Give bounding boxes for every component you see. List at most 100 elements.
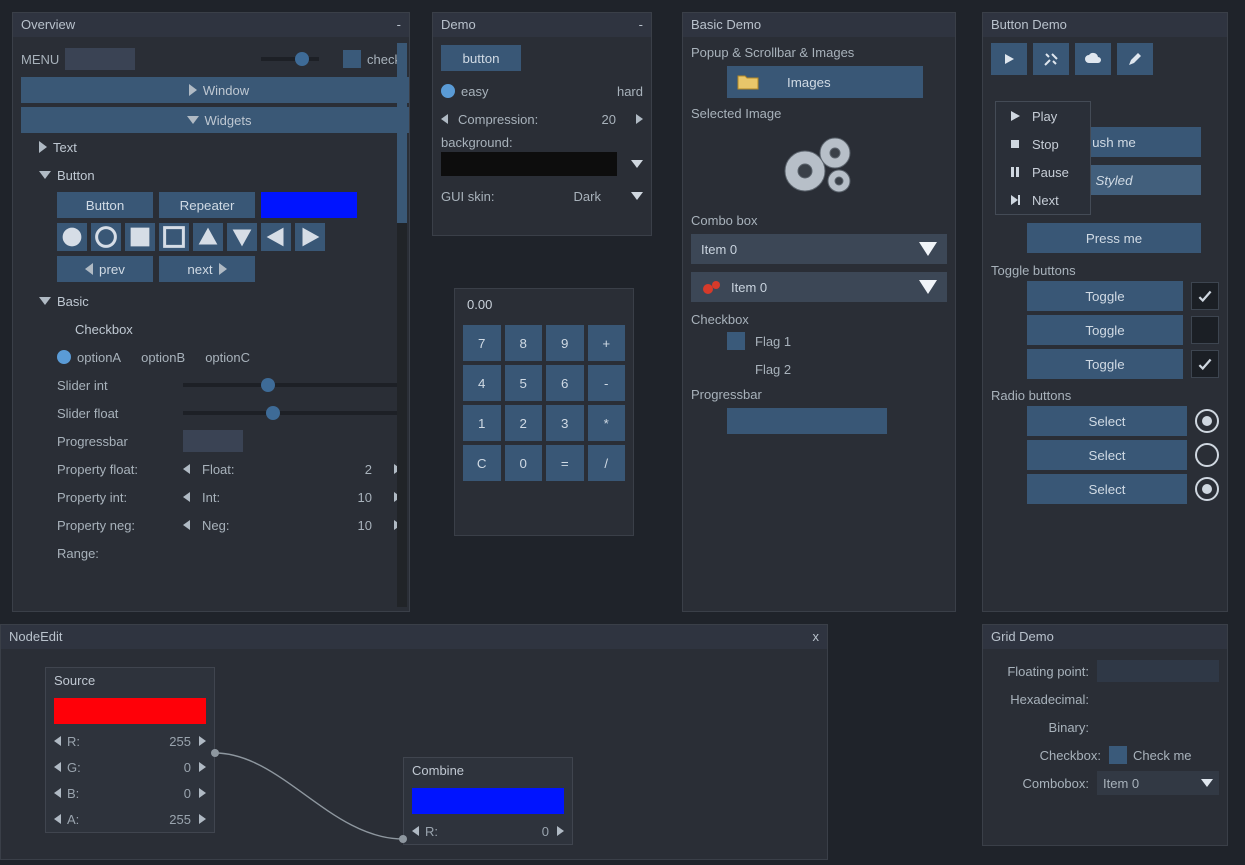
calc-key-C[interactable]: C	[463, 445, 501, 481]
calc-key--[interactable]: -	[588, 365, 626, 401]
overview-title-bar[interactable]: Overview -	[13, 13, 409, 37]
combo-1[interactable]: Item 0	[691, 234, 947, 264]
overview-scrollbar[interactable]	[397, 43, 407, 607]
source-b-value[interactable]: 0	[184, 786, 191, 801]
chevron-down-icon[interactable]	[631, 160, 643, 168]
calc-key-+[interactable]: +	[588, 325, 626, 361]
calc-key-/[interactable]: /	[588, 445, 626, 481]
arrow-left-icon[interactable]	[54, 762, 61, 772]
source-r-value[interactable]: 255	[169, 734, 191, 749]
arrow-right-icon[interactable]	[199, 814, 206, 824]
menu-color-slot[interactable]	[65, 48, 135, 70]
option-b[interactable]: optionB	[141, 350, 185, 365]
demo-button[interactable]: button	[441, 45, 521, 71]
menu-stop[interactable]: Stop	[996, 130, 1090, 158]
tree-text[interactable]: Text	[21, 133, 401, 161]
next-button[interactable]: next	[159, 256, 255, 282]
toolbar-pencil-button[interactable]	[1117, 43, 1153, 75]
basic-checkbox[interactable]: Checkbox	[21, 315, 401, 343]
background-swatch[interactable]	[441, 152, 617, 176]
arrow-left-icon[interactable]	[54, 788, 61, 798]
menu-next[interactable]: Next	[996, 186, 1090, 214]
progressbar[interactable]	[183, 430, 243, 452]
calc-key-4[interactable]: 4	[463, 365, 501, 401]
arrow-left-icon[interactable]	[412, 826, 419, 836]
grid-binary-input[interactable]	[1097, 716, 1219, 738]
calc-key-8[interactable]: 8	[505, 325, 543, 361]
overview-minimize[interactable]: -	[397, 13, 401, 37]
menu-play[interactable]: Play	[996, 102, 1090, 130]
flag-1[interactable]: Flag 1	[691, 327, 947, 355]
arrow-left-icon[interactable]	[54, 736, 61, 746]
toolbar-tools-button[interactable]	[1033, 43, 1069, 75]
square-filled-icon[interactable]	[125, 223, 155, 251]
grid-floating-input[interactable]	[1097, 660, 1219, 682]
toggle-1[interactable]: Toggle	[1027, 281, 1183, 311]
tree-button[interactable]: Button	[21, 161, 401, 189]
toggle-3-check[interactable]	[1191, 350, 1219, 378]
toolbar-play-button[interactable]	[991, 43, 1027, 75]
tree-basic[interactable]: Basic	[21, 287, 401, 315]
calc-key-=[interactable]: =	[546, 445, 584, 481]
source-color-swatch[interactable]	[54, 698, 206, 724]
combine-color-swatch[interactable]	[412, 788, 564, 814]
select-1-radio[interactable]	[1195, 409, 1219, 433]
menu-pause[interactable]: Pause	[996, 158, 1090, 186]
press-me-button[interactable]: Press me	[1027, 223, 1201, 253]
color-swatch[interactable]	[261, 192, 357, 218]
combo-2[interactable]: Item 0	[691, 272, 947, 302]
arrow-left-icon[interactable]	[54, 814, 61, 824]
button-demo-title-bar[interactable]: Button Demo	[983, 13, 1227, 37]
calc-key-5[interactable]: 5	[505, 365, 543, 401]
arrow-right-icon[interactable]	[199, 762, 206, 772]
arrow-right-icon[interactable]	[199, 736, 206, 746]
source-a-value[interactable]: 255	[169, 812, 191, 827]
source-g-value[interactable]: 0	[184, 760, 191, 775]
toggle-2[interactable]: Toggle	[1027, 315, 1183, 345]
toggle-3[interactable]: Toggle	[1027, 349, 1183, 379]
calc-key-9[interactable]: 9	[546, 325, 584, 361]
option-c[interactable]: optionC	[205, 350, 250, 365]
property-float-value[interactable]: 2	[365, 462, 372, 477]
button-button[interactable]: Button	[57, 192, 153, 218]
toggle-2-check[interactable]	[1191, 316, 1219, 344]
arrow-left-icon[interactable]	[183, 492, 190, 502]
property-int-value[interactable]: 10	[358, 490, 372, 505]
basic-demo-title-bar[interactable]: Basic Demo	[683, 13, 955, 37]
triangle-down-icon[interactable]	[227, 223, 257, 251]
select-3[interactable]: Select	[1027, 474, 1187, 504]
triangle-left-icon[interactable]	[261, 223, 291, 251]
calc-key-2[interactable]: 2	[505, 405, 543, 441]
chevron-down-icon[interactable]	[631, 192, 643, 200]
node-edit-close[interactable]: x	[813, 625, 820, 649]
arrow-right-icon[interactable]	[636, 114, 643, 124]
arrow-left-icon[interactable]	[183, 464, 190, 474]
arrow-right-icon[interactable]	[199, 788, 206, 798]
arrow-left-icon[interactable]	[183, 520, 190, 530]
source-node[interactable]: Source R:255 G:0 B:0 A:255	[45, 667, 215, 833]
triangle-up-icon[interactable]	[193, 223, 223, 251]
prev-button[interactable]: prev	[57, 256, 153, 282]
select-1[interactable]: Select	[1027, 406, 1187, 436]
select-3-radio[interactable]	[1195, 477, 1219, 501]
flag-2[interactable]: Flag 2	[691, 355, 947, 383]
triangle-right-icon[interactable]	[295, 223, 325, 251]
basic-progressbar[interactable]	[727, 408, 887, 434]
property-neg-value[interactable]: 10	[358, 518, 372, 533]
combine-node[interactable]: Combine R:0	[403, 757, 573, 845]
gui-skin-value[interactable]: Dark	[574, 189, 601, 204]
calc-key-1[interactable]: 1	[463, 405, 501, 441]
grid-demo-title-bar[interactable]: Grid Demo	[983, 625, 1227, 649]
calc-key-*[interactable]: *	[588, 405, 626, 441]
option-a[interactable]: optionA	[57, 350, 121, 365]
demo-title-bar[interactable]: Demo -	[433, 13, 651, 37]
calc-key-6[interactable]: 6	[546, 365, 584, 401]
grid-combobox[interactable]: Item 0	[1097, 771, 1219, 795]
tree-window[interactable]: Window	[21, 77, 409, 103]
grid-checkme[interactable]: Check me	[1109, 746, 1219, 764]
menu-slider[interactable]	[261, 57, 319, 61]
images-button[interactable]: Images	[727, 66, 923, 98]
grid-hex-input[interactable]	[1097, 688, 1219, 710]
calc-key-0[interactable]: 0	[505, 445, 543, 481]
square-outline-icon[interactable]	[159, 223, 189, 251]
